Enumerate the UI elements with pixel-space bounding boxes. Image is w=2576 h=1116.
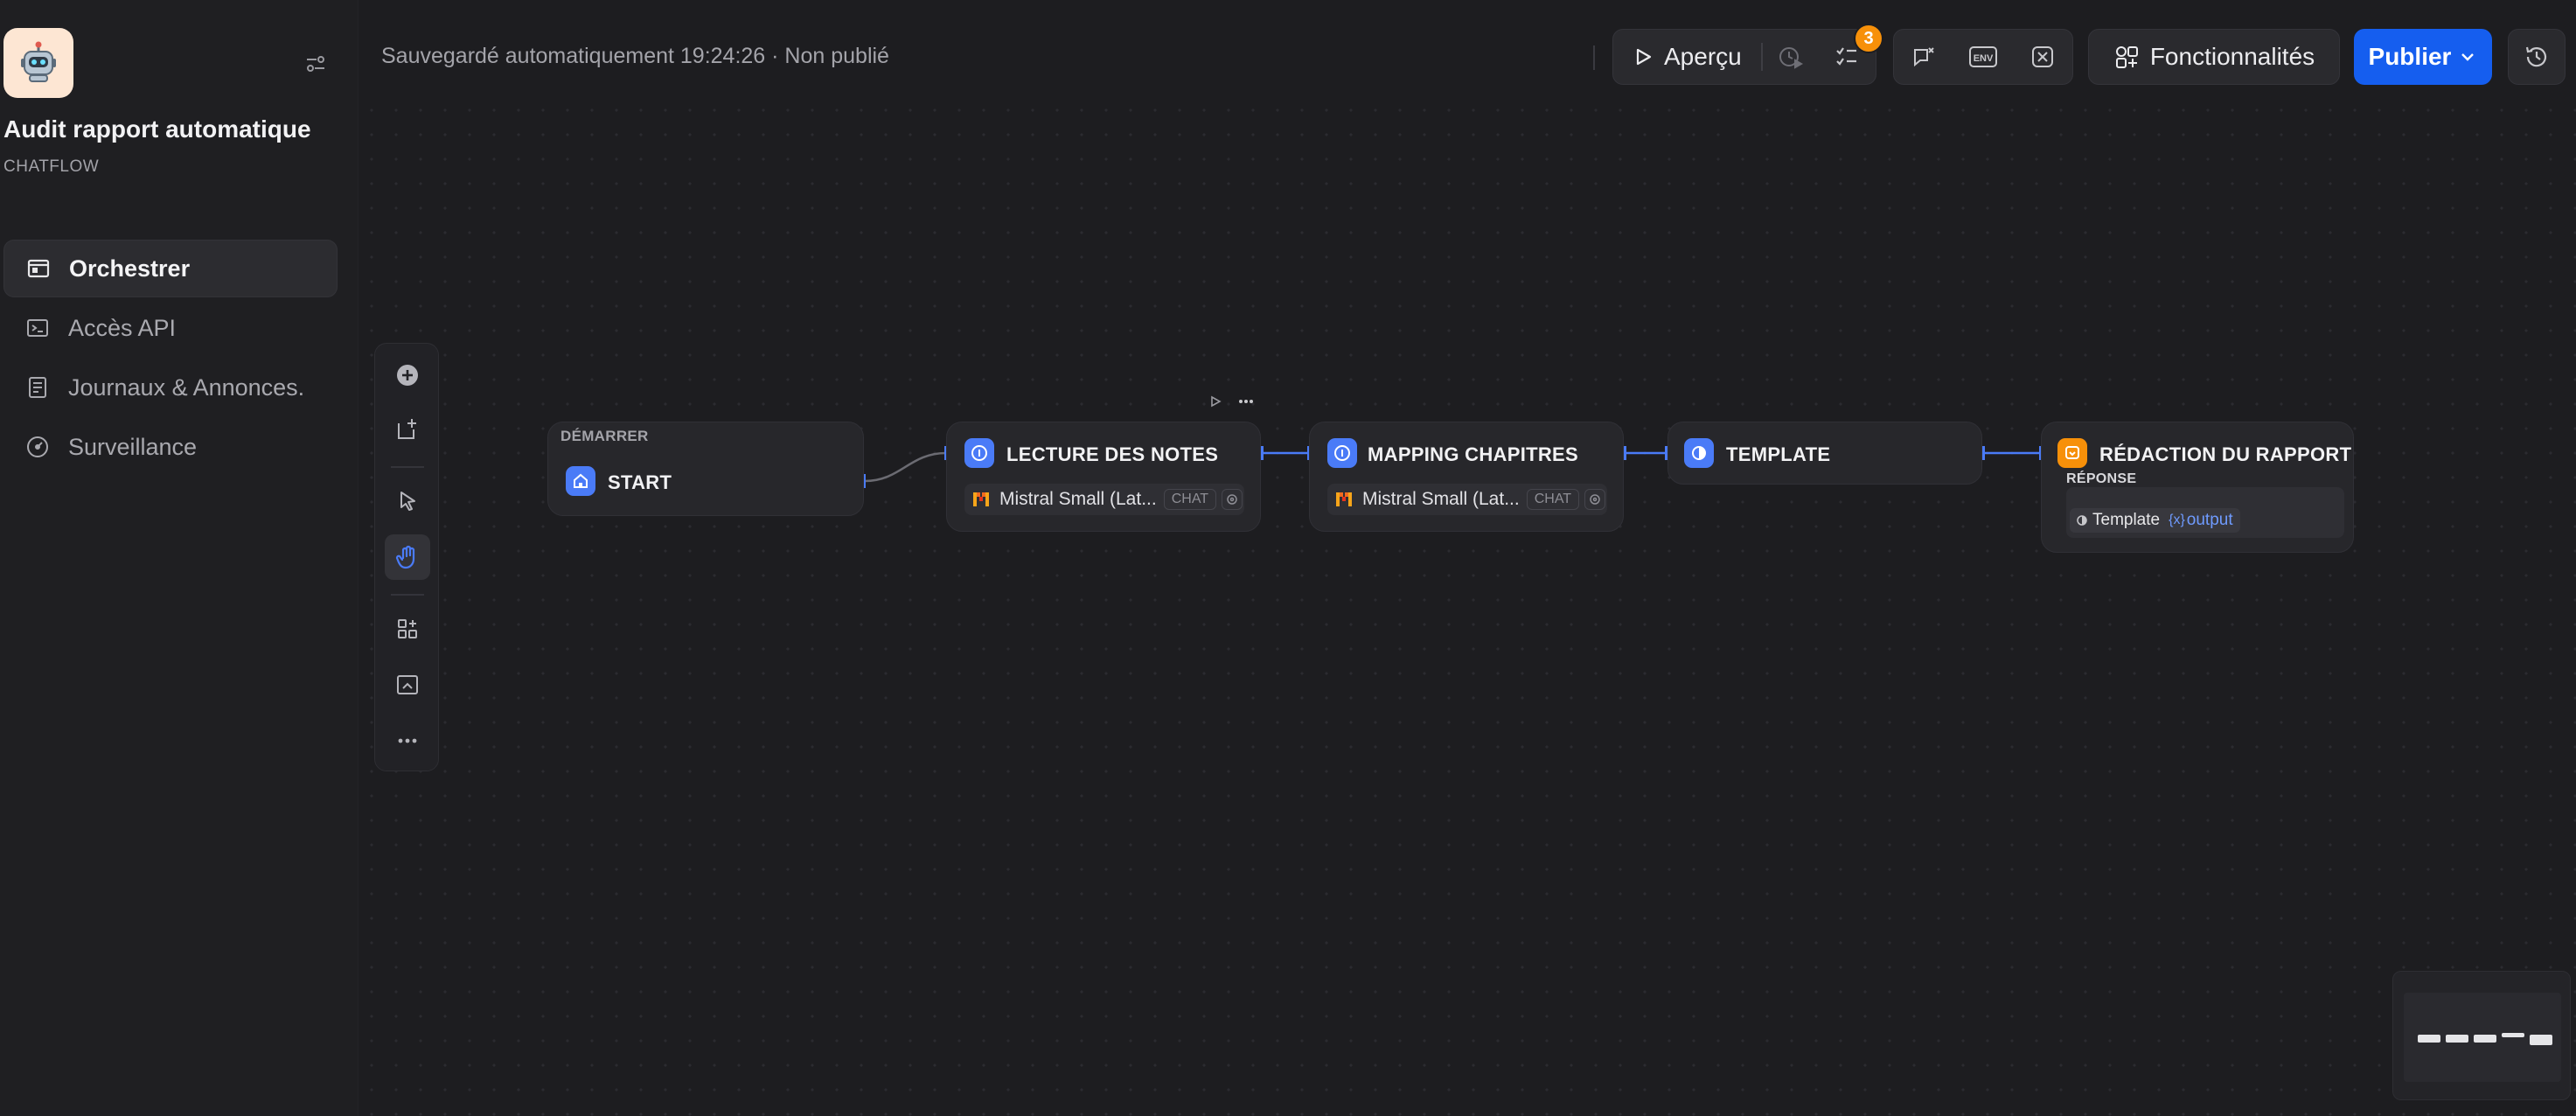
template-icon bbox=[2077, 515, 2087, 526]
workflow-edges bbox=[862, 446, 2043, 488]
model-settings-icon bbox=[1222, 489, 1243, 510]
node-lecture-des-notes[interactable]: LECTURE DES NOTES Mistral Small (Lat... … bbox=[946, 422, 1261, 532]
template-icon bbox=[1684, 438, 1714, 468]
variable-name: output bbox=[2186, 511, 2233, 529]
minimap-node bbox=[2474, 1035, 2496, 1043]
model-name: Mistral Small (Lat... bbox=[1362, 489, 1520, 509]
minimap-node bbox=[2446, 1035, 2468, 1043]
node-start-label: DÉMARRER bbox=[560, 428, 649, 444]
variable-prefix: {x} bbox=[2169, 513, 2185, 527]
model-selector[interactable]: Mistral Small (Lat... CHAT bbox=[964, 484, 1244, 515]
node-start[interactable]: DÉMARRER START bbox=[547, 422, 864, 516]
minimap-node bbox=[2418, 1035, 2440, 1043]
minimap-node bbox=[2530, 1035, 2552, 1045]
node-redaction-du-rapport[interactable]: RÉDACTION DU RAPPORT RÉPONSE Template {x… bbox=[2041, 422, 2354, 553]
node-title: TEMPLATE bbox=[1726, 443, 1831, 465]
model-selector[interactable]: Mistral Small (Lat... CHAT bbox=[1327, 484, 1607, 515]
llm-icon bbox=[964, 438, 994, 468]
variable-chip[interactable]: Template {x} output bbox=[2070, 508, 2240, 533]
llm-icon bbox=[1327, 438, 1357, 468]
node-actions bbox=[1201, 388, 1262, 415]
node-mapping-chapitres[interactable]: MAPPING CHAPITRES Mistral Small (Lat... … bbox=[1309, 422, 1624, 532]
model-mode-tag: CHAT bbox=[1526, 489, 1580, 510]
node-title: RÉDACTION DU RAPPORT bbox=[2099, 443, 2352, 465]
answer-label: RÉPONSE bbox=[2066, 471, 2137, 486]
model-mode-tag: CHAT bbox=[1163, 489, 1217, 510]
node-title: MAPPING CHAPITRES bbox=[1368, 443, 1579, 465]
node-more-icon[interactable] bbox=[1237, 394, 1255, 408]
run-node-icon[interactable] bbox=[1208, 394, 1222, 408]
model-name: Mistral Small (Lat... bbox=[999, 489, 1157, 509]
minimap[interactable] bbox=[2392, 971, 2571, 1100]
node-start-title: START bbox=[608, 471, 672, 493]
node-template[interactable]: TEMPLATE bbox=[1667, 422, 1982, 485]
variable-source: Template bbox=[2092, 511, 2161, 529]
node-title: LECTURE DES NOTES bbox=[1006, 443, 1219, 465]
mistral-logo-icon bbox=[1336, 492, 1352, 506]
minimap-node bbox=[2502, 1033, 2524, 1037]
answer-output-box: RÉPONSE Template {x} output bbox=[2066, 471, 2344, 538]
home-icon bbox=[566, 466, 595, 496]
model-settings-icon bbox=[1584, 489, 1606, 510]
answer-icon bbox=[2057, 438, 2087, 468]
mistral-logo-icon bbox=[973, 492, 989, 506]
minimap-viewport bbox=[2404, 993, 2561, 1082]
